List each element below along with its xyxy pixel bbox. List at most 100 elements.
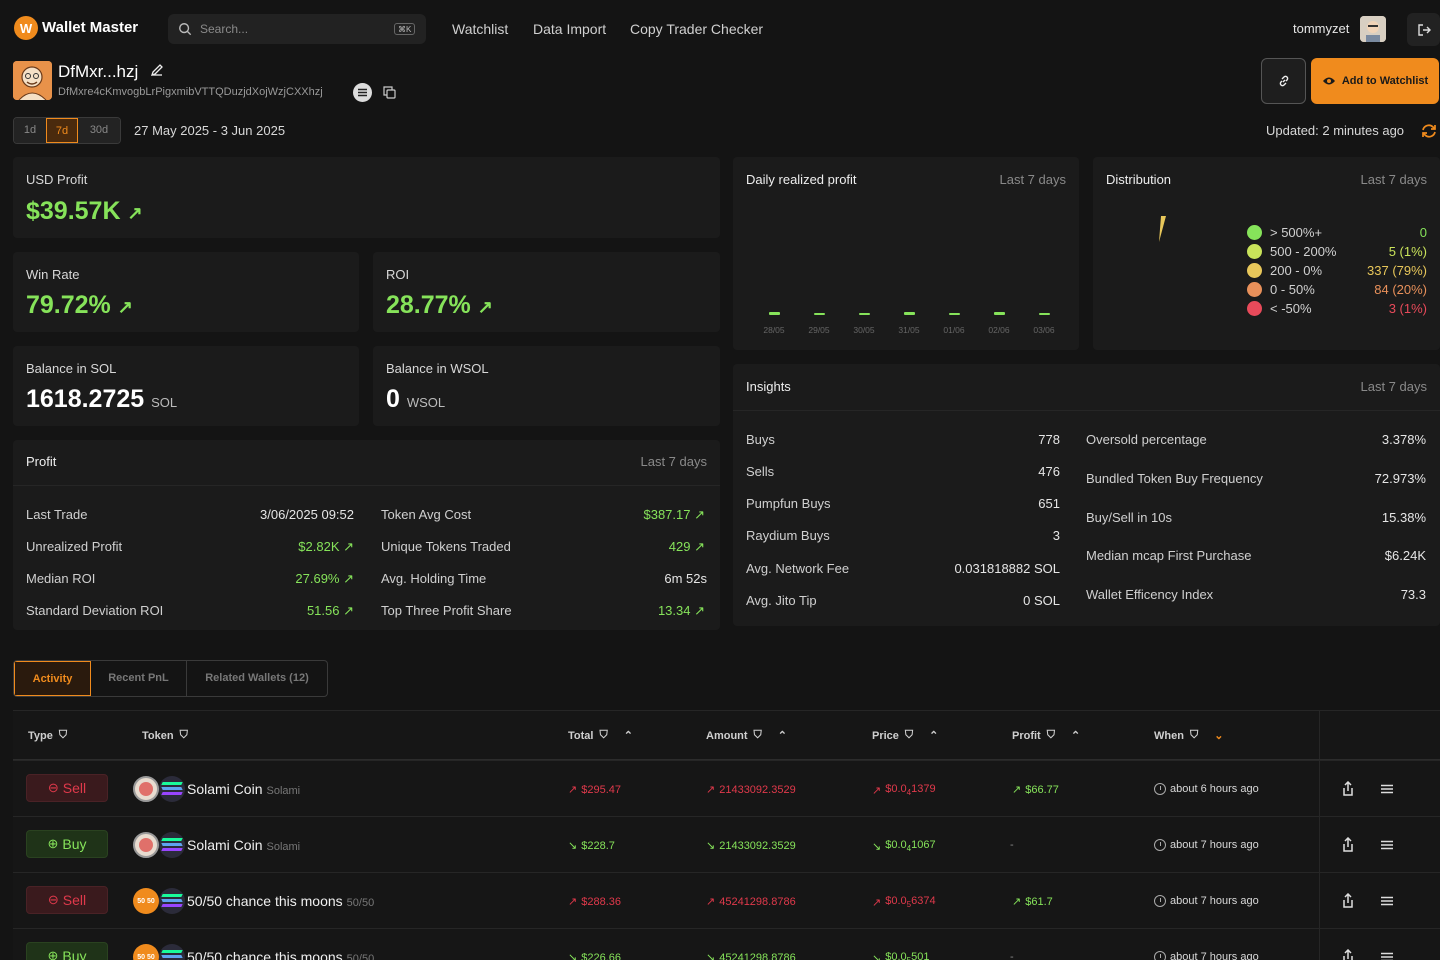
token-name[interactable]: Solami Coin Solami: [187, 837, 300, 853]
refresh-icon[interactable]: [1420, 122, 1438, 140]
token-symbol: 50/50: [346, 953, 375, 960]
share-icon: [1343, 949, 1353, 960]
sort-down-icon[interactable]: ⌄: [1214, 729, 1223, 742]
row-menu-button[interactable]: [1374, 888, 1400, 914]
wallet-address: DfMxre4cKmvogbLrPigxmibVTTQDuzjdXojWzjCX…: [58, 86, 323, 98]
sort-up-icon[interactable]: ⌃: [624, 729, 633, 742]
price-cell: ↗ $0.056374: [872, 895, 936, 910]
profit-period: Last 7 days: [640, 454, 708, 469]
share-button[interactable]: [1335, 776, 1361, 802]
sort-up-icon[interactable]: ⌃: [1071, 729, 1080, 742]
balance-sol-value: 1618.2725 SOL: [26, 385, 178, 413]
add-to-watchlist-button[interactable]: Add to Watchlist: [1311, 58, 1439, 104]
profit-row: Token Avg Cost $387.17 ↗: [381, 507, 705, 522]
edit-icon[interactable]: [150, 63, 164, 77]
nav-link-copy-trader[interactable]: Copy Trader Checker: [630, 21, 763, 37]
menu-icon: [1381, 784, 1393, 794]
filter-icon[interactable]: ⛉: [599, 729, 607, 742]
brand-name[interactable]: Wallet Master: [42, 19, 138, 36]
total-cell: ↘ $226.66: [568, 951, 621, 960]
filter-icon[interactable]: ⛉: [180, 729, 188, 742]
date-range: 27 May 2025 - 3 Jun 2025: [134, 123, 286, 138]
column-header-profit[interactable]: Profit ⛉ ⌃: [1012, 729, 1080, 742]
column-header-amount[interactable]: Amount ⛉ ⌃: [706, 729, 787, 742]
trend-arrow-icon: ↘: [872, 952, 882, 960]
table-row[interactable]: ⊖ Sell 50 50 50/50 chance this moons 50/50 ↗ $…: [13, 872, 1440, 928]
share-button[interactable]: [1335, 944, 1361, 960]
when-cell: about 7 hours ago: [1154, 839, 1259, 851]
logout-button[interactable]: [1407, 13, 1440, 46]
profit-card: Profit Last 7 days Last Trade 3/06/2025 0…: [13, 440, 720, 630]
link-icon: [1279, 75, 1288, 87]
username[interactable]: tommyzet: [1293, 21, 1349, 36]
copy-icon[interactable]: [383, 86, 396, 99]
range-1d[interactable]: 1d: [14, 118, 46, 143]
trend-arrow-icon: ↘: [568, 952, 578, 960]
token-name[interactable]: 50/50 chance this moons 50/50: [187, 893, 374, 909]
trend-arrow-icon: ↗: [872, 896, 882, 909]
token-name[interactable]: Solami Coin Solami: [187, 781, 300, 797]
distribution-row: > 500%+ 0: [1247, 224, 1427, 241]
column-header-price[interactable]: Price ⛉ ⌃: [872, 729, 938, 742]
table-row[interactable]: ⊕ Buy 50 50 50/50 chance this moons 50/50 ↘ $2…: [13, 928, 1440, 960]
user-avatar[interactable]: [1360, 16, 1386, 42]
profit-row: Avg. Holding Time 6m 52s: [381, 571, 707, 586]
distribution-card: Distribution Last 7 days > 500%+ 0 500 - …: [1093, 157, 1440, 350]
profit-row: Median ROI 27.69% ↗: [26, 571, 354, 586]
row-menu-button[interactable]: [1374, 832, 1400, 858]
filter-icon[interactable]: ⛉: [1047, 729, 1055, 742]
legend-dot: [1247, 225, 1262, 240]
table-row[interactable]: ⊕ Buy Solami Coin Solami ↘ $228.7 ↘ 21433092.35…: [13, 816, 1440, 872]
search-placeholder: Search...: [200, 22, 249, 36]
column-header-total[interactable]: Total ⛉ ⌃: [568, 729, 633, 742]
usd-profit-value: $39.57K ↗: [26, 197, 143, 225]
filter-icon[interactable]: ⛉: [1190, 729, 1198, 742]
logo-icon[interactable]: W: [14, 16, 38, 40]
share-link-button[interactable]: [1261, 58, 1306, 104]
insight-row: Oversold percentage 3.378%: [1086, 432, 1426, 447]
minus-circle-icon: ⊖: [47, 780, 59, 795]
column-header-when[interactable]: When ⛉ ⌄: [1154, 729, 1223, 742]
usd-profit-card: USD Profit $39.57K ↗: [13, 157, 720, 238]
range-7d[interactable]: 7d: [46, 118, 78, 143]
column-header-type[interactable]: Type ⛉: [28, 729, 67, 742]
search-input[interactable]: Search... ⌘K: [168, 14, 426, 44]
amount-cell: ↘ 21433092.3529: [706, 839, 796, 853]
sort-up-icon[interactable]: ⌃: [929, 729, 938, 742]
share-icon: [1343, 837, 1353, 852]
filter-icon[interactable]: ⛉: [754, 729, 762, 742]
table-row[interactable]: ⊖ Sell Solami Coin Solami ↗ $295.47 ↗ 21433092.…: [13, 760, 1440, 816]
price-cell: ↗ $0.041379: [872, 783, 936, 798]
tab-related-wallets[interactable]: Related Wallets (12): [187, 661, 327, 696]
profit-row: Top Three Profit Share 13.34 ↗: [381, 603, 705, 618]
distribution-period: Last 7 days: [1360, 172, 1428, 187]
daily-profit-card: Daily realized profit Last 7 days 28/05 2…: [733, 157, 1079, 350]
when-cell: about 6 hours ago: [1154, 783, 1259, 795]
token-name[interactable]: 50/50 chance this moons 50/50: [187, 949, 374, 960]
tab-activity[interactable]: Activity: [14, 661, 91, 696]
filter-icon[interactable]: ⛉: [59, 729, 67, 742]
wallet-name: DfMxr...hzj: [58, 62, 139, 81]
chart-x-tick-label: 02/06: [988, 325, 1010, 335]
column-header-token[interactable]: Token ⛉: [142, 729, 188, 742]
token-icons: [133, 832, 185, 858]
profit-title: Profit: [26, 454, 57, 469]
row-menu-button[interactable]: [1374, 944, 1400, 960]
share-button[interactable]: [1335, 832, 1361, 858]
roi-label: ROI: [386, 267, 410, 282]
nav-link-watchlist[interactable]: Watchlist: [452, 21, 508, 37]
filter-icon[interactable]: ⛉: [905, 729, 913, 742]
trend-arrow-icon: ↗: [706, 896, 716, 908]
chart-bar: [859, 313, 870, 315]
chart-bar: [949, 312, 960, 315]
sort-up-icon[interactable]: ⌃: [778, 729, 787, 742]
wallet-menu-button[interactable]: [353, 83, 372, 102]
nav-link-data-import[interactable]: Data Import: [533, 21, 606, 37]
row-menu-button[interactable]: [1374, 776, 1400, 802]
tab-recent-pnl[interactable]: Recent PnL: [91, 661, 187, 696]
share-button[interactable]: [1335, 888, 1361, 914]
win-rate-card: Win Rate 79.72% ↗: [13, 252, 359, 332]
range-30d[interactable]: 30d: [78, 118, 120, 143]
trend-arrow-icon: ↗: [706, 784, 716, 796]
chart-x-tick-label: 01/06: [943, 325, 965, 335]
